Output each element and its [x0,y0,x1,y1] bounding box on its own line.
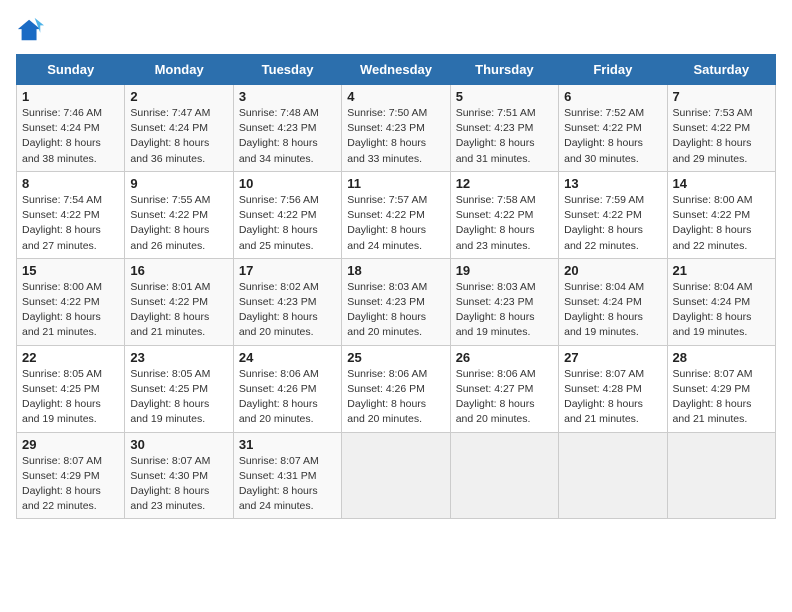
calendar-cell: 9Sunrise: 7:55 AMSunset: 4:22 PMDaylight… [125,171,233,258]
calendar-cell: 20Sunrise: 8:04 AMSunset: 4:24 PMDayligh… [559,258,667,345]
calendar-cell: 15Sunrise: 8:00 AMSunset: 4:22 PMDayligh… [17,258,125,345]
calendar-cell: 22Sunrise: 8:05 AMSunset: 4:25 PMDayligh… [17,345,125,432]
calendar-cell: 17Sunrise: 8:02 AMSunset: 4:23 PMDayligh… [233,258,341,345]
calendar-cell: 26Sunrise: 8:06 AMSunset: 4:27 PMDayligh… [450,345,558,432]
calendar-cell: 31Sunrise: 8:07 AMSunset: 4:31 PMDayligh… [233,432,341,519]
calendar-cell: 24Sunrise: 8:06 AMSunset: 4:26 PMDayligh… [233,345,341,432]
day-of-week-header: Wednesday [342,55,450,85]
calendar-cell: 27Sunrise: 8:07 AMSunset: 4:28 PMDayligh… [559,345,667,432]
calendar-cell: 8Sunrise: 7:54 AMSunset: 4:22 PMDaylight… [17,171,125,258]
calendar-cell [667,432,775,519]
calendar-cell: 10Sunrise: 7:56 AMSunset: 4:22 PMDayligh… [233,171,341,258]
calendar-cell: 28Sunrise: 8:07 AMSunset: 4:29 PMDayligh… [667,345,775,432]
logo-icon [16,16,44,44]
header [16,16,776,44]
day-of-week-header: Monday [125,55,233,85]
calendar-cell [450,432,558,519]
calendar-cell: 18Sunrise: 8:03 AMSunset: 4:23 PMDayligh… [342,258,450,345]
calendar-cell: 19Sunrise: 8:03 AMSunset: 4:23 PMDayligh… [450,258,558,345]
calendar-table: SundayMondayTuesdayWednesdayThursdayFrid… [16,54,776,519]
calendar-cell: 13Sunrise: 7:59 AMSunset: 4:22 PMDayligh… [559,171,667,258]
calendar-cell: 11Sunrise: 7:57 AMSunset: 4:22 PMDayligh… [342,171,450,258]
calendar-cell: 14Sunrise: 8:00 AMSunset: 4:22 PMDayligh… [667,171,775,258]
calendar-cell: 3Sunrise: 7:48 AMSunset: 4:23 PMDaylight… [233,85,341,172]
calendar-cell [342,432,450,519]
calendar-cell: 2Sunrise: 7:47 AMSunset: 4:24 PMDaylight… [125,85,233,172]
calendar-cell: 30Sunrise: 8:07 AMSunset: 4:30 PMDayligh… [125,432,233,519]
calendar-cell: 23Sunrise: 8:05 AMSunset: 4:25 PMDayligh… [125,345,233,432]
day-of-week-header: Friday [559,55,667,85]
calendar-cell: 25Sunrise: 8:06 AMSunset: 4:26 PMDayligh… [342,345,450,432]
calendar-cell: 21Sunrise: 8:04 AMSunset: 4:24 PMDayligh… [667,258,775,345]
calendar-cell: 29Sunrise: 8:07 AMSunset: 4:29 PMDayligh… [17,432,125,519]
day-of-week-header: Saturday [667,55,775,85]
calendar-cell: 1Sunrise: 7:46 AMSunset: 4:24 PMDaylight… [17,85,125,172]
calendar-cell: 5Sunrise: 7:51 AMSunset: 4:23 PMDaylight… [450,85,558,172]
calendar-cell: 6Sunrise: 7:52 AMSunset: 4:22 PMDaylight… [559,85,667,172]
day-of-week-header: Thursday [450,55,558,85]
calendar-cell: 16Sunrise: 8:01 AMSunset: 4:22 PMDayligh… [125,258,233,345]
calendar-cell [559,432,667,519]
logo [16,16,48,44]
calendar-cell: 4Sunrise: 7:50 AMSunset: 4:23 PMDaylight… [342,85,450,172]
day-of-week-header: Sunday [17,55,125,85]
calendar-cell: 7Sunrise: 7:53 AMSunset: 4:22 PMDaylight… [667,85,775,172]
calendar-cell: 12Sunrise: 7:58 AMSunset: 4:22 PMDayligh… [450,171,558,258]
day-of-week-header: Tuesday [233,55,341,85]
